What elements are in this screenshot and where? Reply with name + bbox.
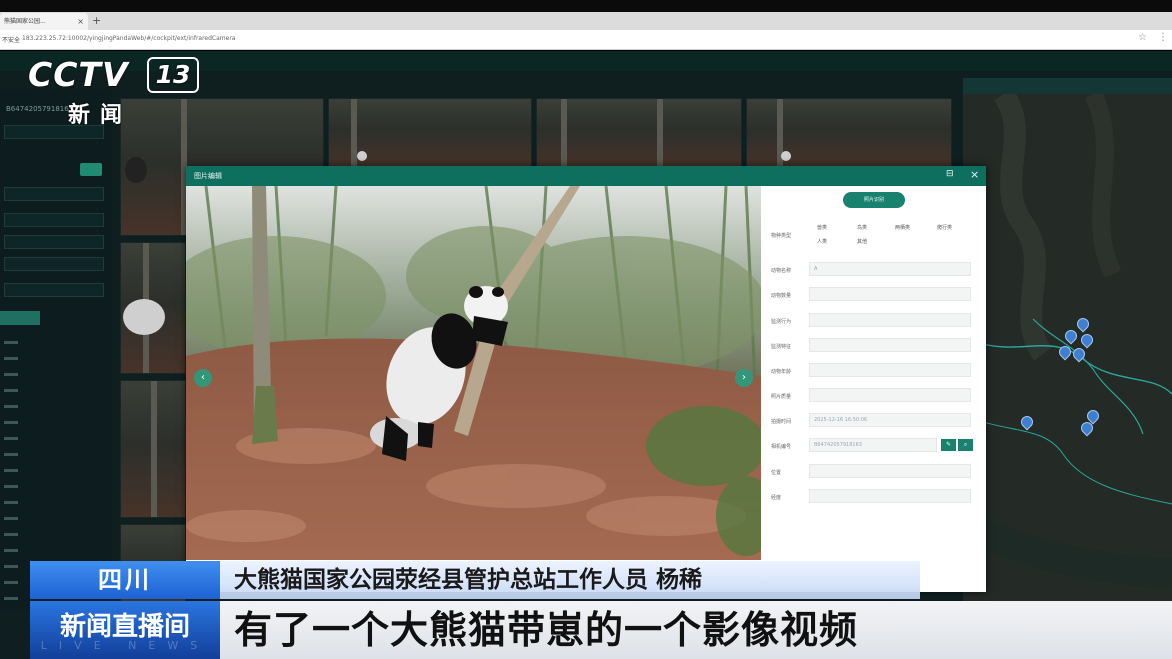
field-label-behavior: 监测行为 <box>771 319 792 325</box>
field-label-camera-id: 相机编号 <box>771 444 792 450</box>
sidebar-device-id: B64742057918163 <box>6 105 74 113</box>
camera-thumbnail[interactable] <box>120 242 186 374</box>
channel-logo-news: 新闻 <box>68 103 133 128</box>
url-text[interactable]: 183.223.25.72:10002/yingjingPandaWeb/#/c… <box>22 35 235 42</box>
animal-name-input[interactable]: A <box>809 262 971 276</box>
panda-photo-image <box>186 186 761 560</box>
region-caption: 四川 <box>30 561 220 599</box>
list-item[interactable] <box>4 501 18 504</box>
sidebar-field[interactable] <box>4 213 104 227</box>
list-item[interactable] <box>4 517 18 520</box>
tab-close-icon[interactable]: × <box>77 13 84 30</box>
sidebar-confirm-button[interactable] <box>80 163 102 176</box>
list-item[interactable] <box>4 421 18 424</box>
list-item[interactable] <box>4 405 18 408</box>
channel-logo-number: 13 <box>147 57 199 93</box>
dialog-header: 图片编辑 ⊟ × <box>186 166 986 186</box>
field-label-location: 位置 <box>771 470 782 476</box>
list-item[interactable] <box>4 373 18 376</box>
security-label: 不安全 <box>2 37 21 44</box>
speaker-caption: 大熊猫国家公园荥经县管护总站工作人员 杨稀 <box>220 561 920 599</box>
field-label-species-type: 物种类型 <box>771 233 792 239</box>
channel-logo: CCTV 13 新闻 <box>28 55 199 128</box>
camera-trap-photo[interactable]: ‹ › <box>186 186 761 560</box>
list-item[interactable] <box>4 597 18 600</box>
list-item[interactable] <box>4 357 18 360</box>
sidebar-tab-inactive[interactable] <box>44 311 104 325</box>
feature-input[interactable] <box>809 338 971 352</box>
age-input[interactable] <box>809 363 971 377</box>
browser-tab-strip: 熊猫国家公园... × + <box>0 12 1172 30</box>
field-label-animal-name: 动物名称 <box>771 268 792 274</box>
species-chip[interactable]: 两栖类 <box>895 224 910 231</box>
prev-image-icon[interactable]: ‹ <box>194 369 212 387</box>
camera-thumbnail[interactable] <box>120 380 186 518</box>
browser-menu-icon[interactable]: ⋮ <box>1158 32 1168 43</box>
image-edit-dialog: 图片编辑 ⊟ × ‹ › 照片识别 物种类型 兽类 鸟类 两栖类 爬行类 人类 … <box>186 166 986 592</box>
field-label-capture-time: 拍摄时间 <box>771 419 792 425</box>
close-icon[interactable]: × <box>970 168 979 181</box>
list-item[interactable] <box>4 533 18 536</box>
species-chip[interactable]: 鸟类 <box>857 224 867 231</box>
behavior-input[interactable] <box>809 313 971 327</box>
sidebar-field[interactable] <box>4 235 104 249</box>
list-item[interactable] <box>4 485 18 488</box>
field-label-quality: 照片质量 <box>771 394 792 400</box>
camera-thumbnail[interactable] <box>536 98 742 168</box>
list-item[interactable] <box>4 437 18 440</box>
list-item[interactable] <box>4 565 18 568</box>
list-item[interactable] <box>4 389 18 392</box>
map-panel[interactable] <box>963 78 1172 618</box>
list-item[interactable] <box>4 341 18 344</box>
channel-logo-cctv: CCTV <box>28 55 129 94</box>
species-chip[interactable]: 人类 <box>817 238 827 245</box>
list-item[interactable] <box>4 469 18 472</box>
search-icon[interactable]: ⌕ <box>958 439 973 451</box>
camera-thumbnail[interactable] <box>746 98 952 168</box>
map-panel-header <box>963 78 1172 94</box>
location-input[interactable] <box>809 464 971 478</box>
sidebar-tab-active[interactable] <box>0 311 40 325</box>
sidebar-field[interactable] <box>4 187 104 201</box>
show-live-watermark: LIVE NEWS <box>40 639 210 652</box>
quality-input[interactable] <box>809 388 971 402</box>
list-item[interactable] <box>4 549 18 552</box>
address-bar[interactable]: 不安全 183.223.25.72:10002/yingjingPandaWeb… <box>0 30 1172 50</box>
edit-icon[interactable]: ✎ <box>941 439 956 451</box>
list-item[interactable] <box>4 453 18 456</box>
species-chip[interactable]: 爬行类 <box>937 224 952 231</box>
device-sidebar: B64742057918163 <box>0 89 112 609</box>
species-chip[interactable]: 其他 <box>857 238 867 245</box>
field-label-age: 动物年龄 <box>771 369 792 375</box>
camera-thumbnail[interactable] <box>328 98 532 168</box>
next-image-icon[interactable]: › <box>735 369 753 387</box>
maximize-icon[interactable]: ⊟ <box>946 169 954 179</box>
new-tab-icon[interactable]: + <box>92 13 101 29</box>
browser-tab[interactable]: 熊猫国家公园... × <box>0 13 88 30</box>
tab-title: 熊猫国家公园... <box>4 18 46 25</box>
dialog-title: 图片编辑 <box>194 172 222 180</box>
sidebar-field[interactable] <box>4 283 104 297</box>
sidebar-field[interactable] <box>4 257 104 271</box>
photo-recognition-button[interactable]: 照片识别 <box>843 192 905 208</box>
field-label-feature: 监测特征 <box>771 344 792 350</box>
sidebar-tabs <box>0 311 112 325</box>
camera-id-input[interactable]: B64742057918163 <box>809 438 937 452</box>
screen-top-bar <box>0 0 1172 12</box>
animal-count-select[interactable] <box>809 287 971 301</box>
capture-time-input[interactable]: 2025-12-16 16:50:06 <box>809 413 971 427</box>
bookmark-star-icon[interactable]: ☆ <box>1138 32 1147 43</box>
species-chip[interactable]: 兽类 <box>817 224 827 231</box>
longitude-input[interactable] <box>809 489 971 503</box>
subtitle-text: 有了一个大熊猫带崽的一个影像视频 <box>220 601 1172 659</box>
list-item[interactable] <box>4 581 18 584</box>
field-label-animal-count: 动物数量 <box>771 293 792 299</box>
field-label-longitude: 经度 <box>771 495 782 501</box>
photo-info-form: 照片识别 物种类型 兽类 鸟类 两栖类 爬行类 人类 其他 动物名称 A 动物数… <box>761 186 986 592</box>
